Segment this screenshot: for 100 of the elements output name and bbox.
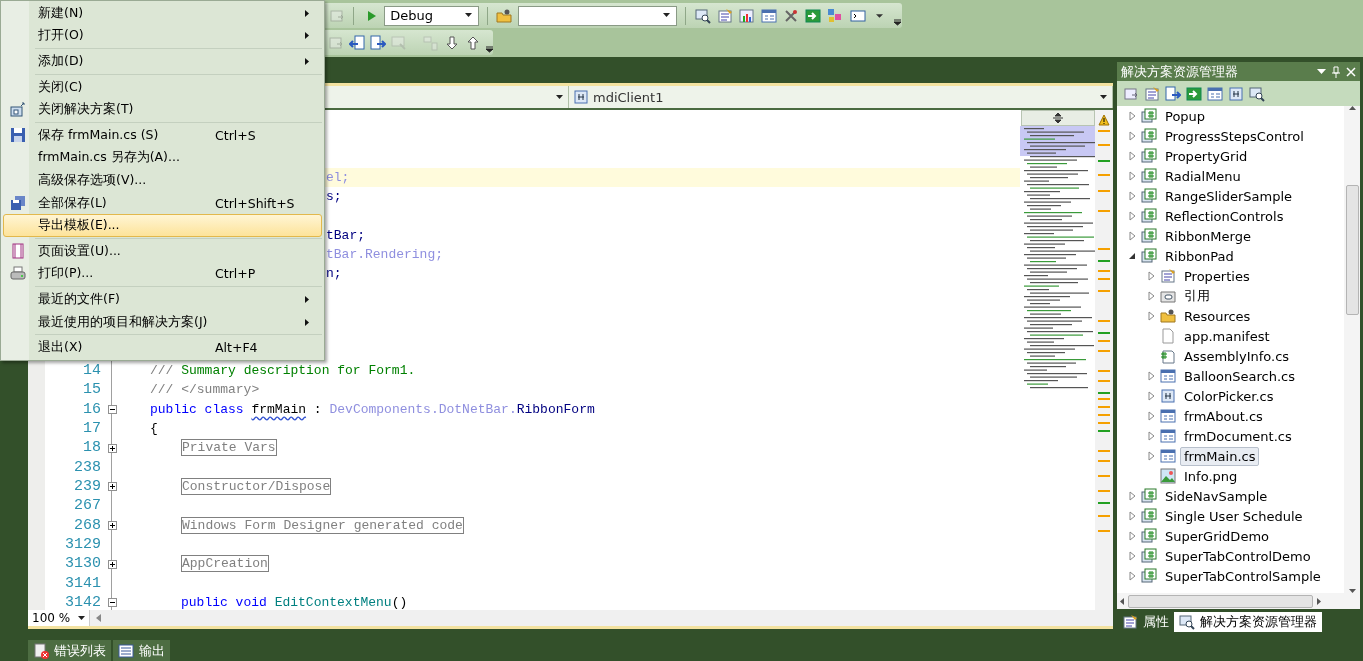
menu-item[interactable]: 导出模板(E)...: [3, 214, 322, 237]
tree-item[interactable]: frmDocument.cs: [1180, 426, 1296, 446]
tree-item[interactable]: BalloonSearch.cs: [1180, 366, 1299, 386]
search-icon[interactable]: [1249, 85, 1265, 102]
panel-tab[interactable]: 输出: [113, 640, 170, 661]
tree-item[interactable]: ProgressStepsControl: [1161, 126, 1308, 146]
menu-item[interactable]: 页面设置(U)...: [3, 239, 322, 263]
tree-item[interactable]: Single User Schedule: [1161, 506, 1307, 526]
arrow-into-box-icon[interactable]: [1186, 85, 1202, 102]
collapse-icon[interactable]: [107, 405, 117, 415]
document-right-arrow-icon[interactable]: [1165, 85, 1181, 102]
tree-item[interactable]: RibbonMerge: [1161, 226, 1255, 246]
tree-item[interactable]: Info.png: [1180, 466, 1242, 486]
panel-tab[interactable]: 错误列表: [28, 640, 111, 661]
tree-item[interactable]: RadialMenu: [1161, 166, 1245, 186]
pin-icon[interactable]: [1332, 65, 1340, 78]
menu-item[interactable]: 全部保存(L) Ctrl+Shift+S: [3, 191, 322, 215]
dropdown-arrow-icon[interactable]: [1100, 94, 1108, 100]
expand-arrow-icon[interactable]: [1146, 271, 1156, 281]
expand-arrow-icon[interactable]: [1127, 111, 1137, 121]
tree-item[interactable]: SuperTabControlSample: [1161, 566, 1325, 586]
tree-item[interactable]: SuperTabControlDemo: [1161, 546, 1315, 566]
tree-item[interactable]: 引用: [1180, 285, 1214, 307]
tree-item[interactable]: SideNavSample: [1161, 486, 1272, 506]
expand-arrow-icon[interactable]: [1146, 371, 1156, 381]
tree-item[interactable]: RibbonPad: [1161, 246, 1238, 266]
window-icon[interactable]: [1123, 85, 1139, 102]
tree-item[interactable]: Resources: [1180, 306, 1255, 326]
collapsed-region[interactable]: Windows Form Designer generated code: [181, 516, 464, 534]
expand-arrow-icon[interactable]: [1127, 151, 1137, 161]
menu-item[interactable]: 退出(X) Alt+F4: [3, 336, 322, 359]
document-left-arrow-button[interactable]: [349, 32, 365, 53]
expand-arrow-icon[interactable]: [1146, 391, 1156, 401]
collapsed-region[interactable]: AppCreation: [181, 555, 269, 573]
expand-arrow-icon[interactable]: [1127, 531, 1137, 541]
expand-arrow-icon[interactable]: [1146, 291, 1156, 301]
menu-item[interactable]: 打印(P)... Ctrl+P: [3, 262, 322, 286]
menu-item[interactable]: frmMain.cs 另存为(A)...: [3, 146, 322, 170]
expand-arrow-icon[interactable]: [1146, 431, 1156, 441]
expand-icon[interactable]: [107, 559, 117, 569]
tree-item[interactable]: Popup: [1161, 106, 1210, 126]
line-number: 3129: [65, 536, 101, 553]
form-icon[interactable]: [1207, 85, 1223, 102]
menu-item[interactable]: 打开(O): [3, 24, 322, 48]
configuration-combo[interactable]: Debug: [384, 5, 479, 26]
tree-item[interactable]: app.manifest: [1180, 326, 1274, 346]
expand-arrow-icon[interactable]: [1146, 311, 1156, 321]
dropdown-arrow-icon[interactable]: [464, 13, 473, 18]
menu-item[interactable]: 关闭解决方案(T): [3, 98, 322, 121]
dropdown-arrow-icon[interactable]: [556, 94, 564, 100]
panel-tab[interactable]: 属性: [1117, 612, 1174, 632]
expand-arrow-icon[interactable]: [1146, 451, 1156, 461]
split-handle[interactable]: [1020, 110, 1095, 126]
tree-item[interactable]: RangeSliderSample: [1161, 186, 1297, 206]
expand-arrow-icon[interactable]: [1127, 171, 1137, 181]
scroll-left-icon[interactable]: [1120, 597, 1124, 605]
menu-item[interactable]: 最近的文件(F): [3, 288, 322, 311]
expand-icon[interactable]: [107, 482, 117, 492]
tree-item[interactable]: ReflectionControls: [1161, 206, 1288, 226]
scroll-right-icon[interactable]: [1317, 597, 1321, 605]
menu-item[interactable]: 保存 frmMain.cs (S) Ctrl+S: [3, 123, 322, 147]
expand-arrow-icon[interactable]: [1127, 511, 1137, 521]
tree-item[interactable]: SuperGridDemo: [1161, 526, 1273, 546]
dropdown-arrow-icon[interactable]: [663, 13, 672, 18]
expand-arrow-icon[interactable]: [1127, 211, 1137, 221]
menu-item[interactable]: 新建(N): [3, 2, 322, 25]
scrollbar-thumb[interactable]: [1345, 184, 1359, 315]
expand-arrow-icon[interactable]: [1127, 571, 1137, 581]
menu-item[interactable]: 最近使用的项目和解决方案(J): [3, 310, 322, 334]
tree-item[interactable]: ColorPicker.cs: [1180, 386, 1278, 406]
document-right-arrow-button[interactable]: [370, 32, 386, 53]
close-icon[interactable]: [1346, 66, 1356, 77]
expand-arrow-icon[interactable]: [1127, 491, 1137, 501]
expand-icon[interactable]: [107, 443, 117, 453]
expand-arrow-icon[interactable]: [1146, 411, 1156, 421]
tree-item[interactable]: AssemblyInfo.cs: [1180, 346, 1294, 366]
zoom-combo[interactable]: 100 %: [28, 610, 90, 626]
expand-arrow-icon[interactable]: [1127, 191, 1137, 201]
dropdown-arrow-icon[interactable]: [78, 616, 85, 620]
scroll-left-icon[interactable]: [96, 614, 101, 622]
scrollbar-thumb[interactable]: [1128, 594, 1313, 608]
collapsed-region[interactable]: Constructor/Dispose: [181, 477, 332, 495]
expand-arrow-icon[interactable]: [1127, 131, 1137, 141]
tree-item[interactable]: Properties: [1180, 266, 1254, 286]
expand-arrow-icon[interactable]: [1127, 551, 1137, 561]
expand-icon[interactable]: [107, 521, 117, 531]
tree-item[interactable]: PropertyGrid: [1161, 146, 1252, 166]
collapsed-region[interactable]: Private Vars: [181, 439, 277, 457]
panel-tab[interactable]: 解决方案资源管理器: [1174, 612, 1322, 632]
warning-icon[interactable]: [1098, 114, 1110, 126]
menu-item[interactable]: 关闭(C): [3, 75, 322, 99]
properties-icon[interactable]: [1144, 85, 1160, 102]
tree-item[interactable]: frmAbout.cs: [1180, 406, 1267, 426]
tree-item[interactable]: frmMain.cs: [1180, 446, 1260, 466]
component-icon[interactable]: [1228, 85, 1244, 102]
menu-item[interactable]: 添加(D): [3, 50, 322, 73]
menu-item[interactable]: 高级保存选项(V)...: [3, 169, 322, 192]
collapse-arrow-icon[interactable]: [1127, 251, 1137, 261]
expand-arrow-icon[interactable]: [1127, 231, 1137, 241]
collapse-icon[interactable]: [107, 598, 117, 608]
